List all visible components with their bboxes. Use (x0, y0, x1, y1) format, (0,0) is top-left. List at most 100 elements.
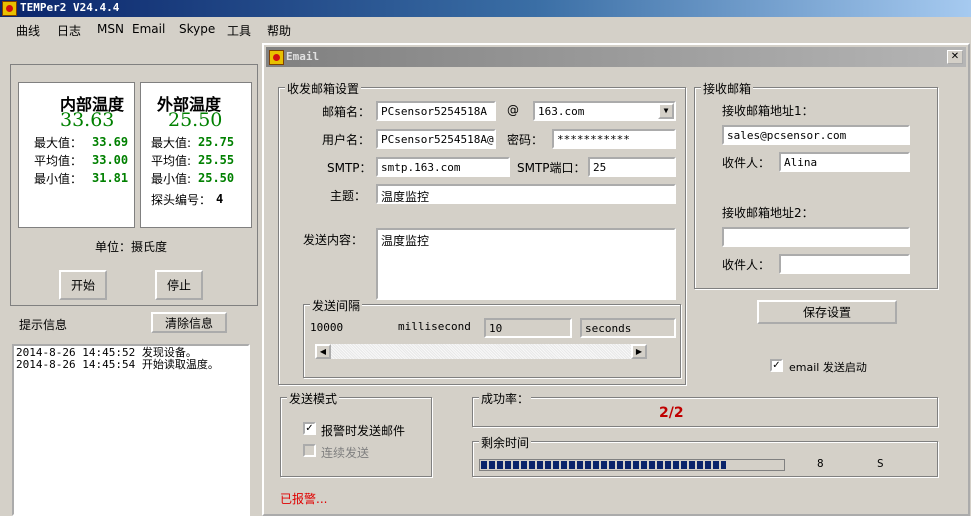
recv1-input[interactable]: sales@pcsensor.com (722, 125, 910, 145)
close-icon[interactable]: ✕ (947, 50, 963, 64)
recipient1-label: 收件人： (722, 156, 771, 170)
password-label: 密码： (507, 133, 544, 147)
menu-email[interactable]: Email (132, 22, 165, 36)
email-enable-checkbox[interactable]: ✓ (770, 359, 783, 372)
internal-avg-value: 33.00 (92, 153, 129, 167)
app-icon (2, 1, 17, 16)
alarm-mode-label: 报警时发送邮件 (321, 424, 406, 438)
email-enable-label: email 发送启动 (789, 361, 867, 374)
save-settings-button[interactable]: 保存设置 (757, 300, 897, 324)
menu-bar: 曲线 日志 MSN Email Skype 工具 帮助 (0, 18, 971, 40)
info-label: 提示信息 (19, 318, 68, 332)
external-min-value: 25.50 (198, 171, 235, 185)
chevron-down-icon[interactable]: ▼ (658, 103, 674, 119)
menu-tools[interactable]: 工具 (227, 22, 251, 39)
recv1-label: 接收邮箱地址1： (722, 104, 814, 118)
internal-min-value: 31.81 (92, 171, 129, 185)
subject-label: 主题： (330, 189, 367, 203)
probe-number: 4 (216, 192, 224, 206)
email-window: Email ✕ 收发邮箱设置 邮箱名： PCsensor5254518A @ 1… (262, 43, 970, 516)
continuous-mode-checkbox (303, 444, 316, 457)
unit-label: 单位：摄氏度 (95, 240, 168, 254)
recipient1-input[interactable]: Alina (779, 152, 910, 172)
external-temp-card: 外部温度 25.50 最大值: 25.75 平均值: 25.55 最小值: 25… (140, 82, 252, 228)
domain-select[interactable]: 163.com ▼ (533, 101, 676, 121)
success-rate-group: 成功率： 2/2 (472, 390, 938, 427)
subject-input[interactable]: 温度监控 (376, 184, 676, 204)
email-app-icon (269, 50, 284, 65)
internal-max-label: 最大值： (34, 136, 83, 150)
mailbox-input[interactable]: PCsensor5254518A (376, 101, 496, 121)
send-mode-legend: 发送模式 (287, 390, 340, 407)
smtp-label: SMTP： (327, 161, 372, 175)
receive-legend: 接收邮箱 (701, 80, 754, 97)
smtp-input[interactable]: smtp.163.com (376, 157, 510, 177)
port-input[interactable]: 25 (588, 157, 676, 177)
log-area[interactable]: 2014-8-26 14:45:52 发现设备。 2014-8-26 14:45… (12, 344, 250, 516)
menu-help[interactable]: 帮助 (267, 22, 291, 39)
receive-group: 接收邮箱 接收邮箱地址1： sales@pcsensor.com 收件人： Al… (694, 80, 938, 289)
interval-value-field: 10 (484, 318, 572, 338)
remaining-progress-fill (481, 461, 726, 469)
menu-msn[interactable]: MSN (97, 22, 124, 36)
continuous-mode-label: 连续发送 (321, 446, 370, 460)
interval-legend: 发送间隔 (310, 297, 363, 314)
probe-label: 探头编号： (151, 193, 212, 207)
clear-info-button[interactable]: 清除信息 (151, 312, 227, 333)
at-label: @ (507, 103, 519, 117)
scroll-right-icon[interactable]: ▶ (631, 344, 647, 359)
alarm-mode-checkbox[interactable]: ✓ (303, 422, 316, 435)
alarm-status-text: 已报警... (280, 492, 328, 506)
remaining-time-legend: 剩余时间 (479, 434, 532, 451)
external-max-label: 最大值: (151, 136, 192, 150)
recipient2-label: 收件人： (722, 258, 771, 272)
send-mode-group: 发送模式 ✓ 报警时发送邮件 连续发送 (280, 390, 432, 477)
menu-log[interactable]: 日志 (57, 22, 81, 39)
email-title-bar: Email ✕ (266, 47, 966, 67)
mailbox-label: 邮箱名： (322, 105, 371, 119)
stop-button-label: 停止 (166, 278, 191, 293)
remaining-value: 8 (817, 457, 824, 470)
clear-info-label: 清除信息 (164, 316, 213, 330)
interval-ms-unit: millisecond (398, 320, 471, 333)
external-avg-label: 平均值: (151, 154, 192, 168)
success-rate-value: 2/2 (659, 405, 684, 421)
internal-temp-value: 33.63 (60, 109, 115, 131)
remaining-unit: S (877, 457, 884, 470)
menu-chart[interactable]: 曲线 (16, 22, 40, 39)
internal-max-value: 33.69 (92, 135, 129, 149)
port-label: SMTP端口： (517, 161, 586, 175)
interval-slider[interactable]: ◀ ▶ (314, 343, 648, 360)
send-settings-group: 收发邮箱设置 邮箱名： PCsensor5254518A @ 163.com ▼… (278, 80, 686, 385)
password-input[interactable]: *********** (552, 129, 676, 149)
menu-skype[interactable]: Skype (179, 22, 215, 36)
recipient2-input[interactable] (779, 254, 910, 274)
external-avg-value: 25.55 (198, 153, 235, 167)
recv2-input[interactable] (722, 227, 910, 247)
recv2-label: 接收邮箱地址2： (722, 206, 814, 220)
external-max-value: 25.75 (198, 135, 235, 149)
remaining-time-group: 剩余时间 8 S (472, 434, 938, 477)
content-label: 发送内容： (303, 233, 364, 247)
email-title: Email (286, 50, 320, 63)
log-line: 2014-8-26 14:45:54 开始读取温度。 (16, 358, 219, 371)
domain-value: 163.com (538, 105, 585, 118)
interval-unit-field: seconds (580, 318, 676, 338)
internal-temp-card: 内部温度 33.63 最大值： 33.69 平均值： 33.00 最小值： 31… (18, 82, 135, 228)
send-settings-legend: 收发邮箱设置 (285, 80, 362, 97)
internal-avg-label: 平均值： (34, 154, 83, 168)
external-min-label: 最小值: (151, 172, 192, 186)
external-temp-value: 25.50 (168, 109, 223, 131)
success-rate-legend: 成功率： (479, 390, 532, 407)
stop-button[interactable]: 停止 (155, 270, 203, 300)
start-button-label: 开始 (70, 278, 95, 293)
start-button[interactable]: 开始 (59, 270, 107, 300)
user-input[interactable]: PCsensor5254518A@16 (376, 129, 496, 149)
app-title-bar: TEMPer2 V24.4.4 (0, 0, 971, 17)
scroll-left-icon[interactable]: ◀ (315, 344, 331, 359)
internal-min-label: 最小值： (34, 172, 83, 186)
user-label: 用户名： (322, 133, 371, 147)
remaining-progress-bar (479, 459, 785, 471)
content-textarea[interactable]: 温度监控 (376, 228, 676, 300)
save-settings-label: 保存设置 (802, 305, 851, 320)
